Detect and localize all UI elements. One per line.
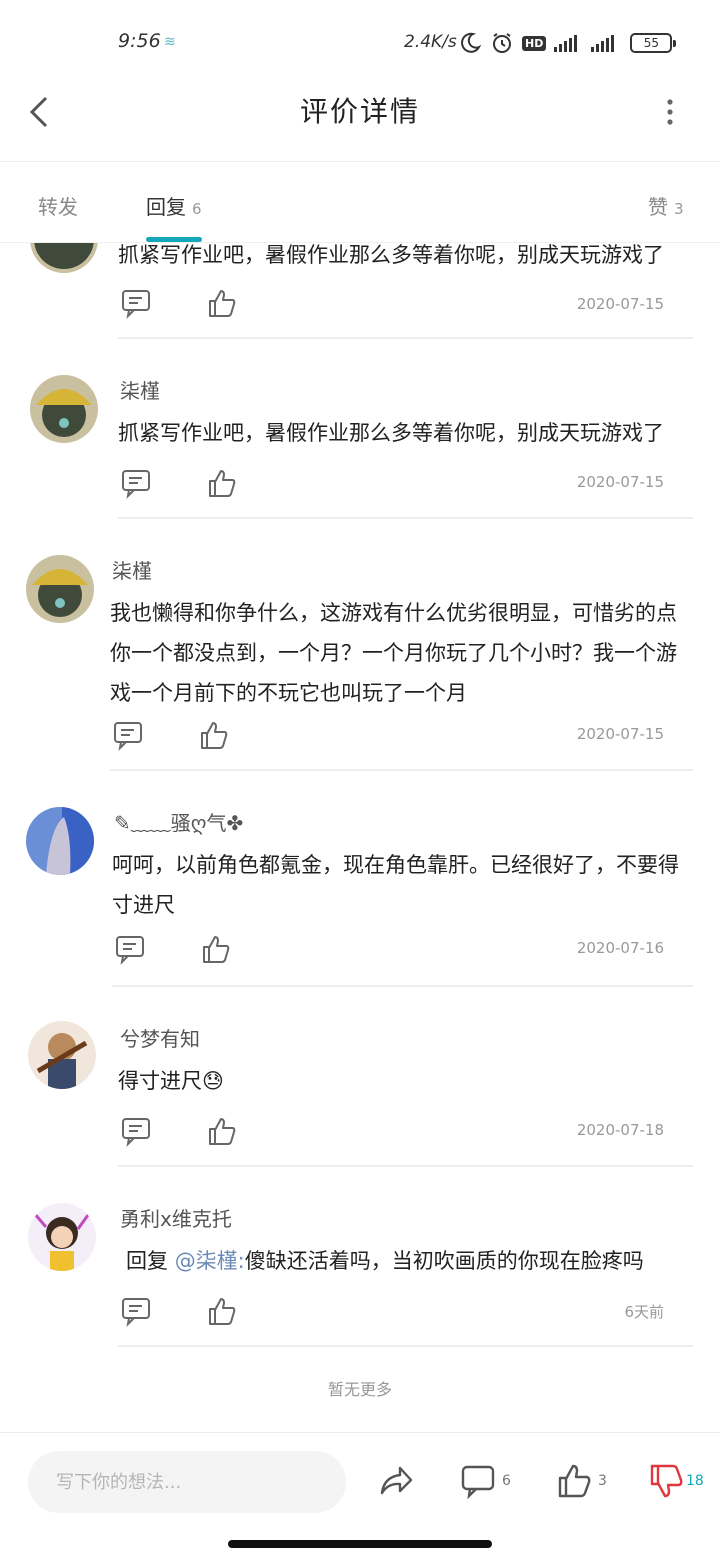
reply-date: 2020-07-15	[576, 295, 664, 313]
avatar[interactable]	[30, 375, 98, 443]
active-tab-indicator	[146, 237, 202, 242]
thumbs-up-icon[interactable]	[206, 1115, 238, 1147]
reply-item: 勇利x维克托 回复 @柒槿:傻缺还活着吗，当初吹画质的你现在脸疼吗 6天前	[0, 1183, 720, 1363]
thumbs-up-icon[interactable]	[556, 1463, 592, 1499]
tab-replies[interactable]: 回复 6	[146, 191, 202, 220]
app-bar: 评价详情	[0, 80, 720, 162]
reply-item: 抓紧写作业吧，暑假作业那么多等着你呢，别成天玩游戏了 2020-07-15	[0, 243, 720, 343]
avatar[interactable]	[26, 807, 94, 875]
moon-icon	[461, 32, 482, 53]
tab-likes[interactable]: 赞3	[648, 191, 684, 220]
reply-text: 抓紧写作业吧，暑假作业那么多等着你呢，别成天玩游戏了	[118, 421, 664, 445]
page-title: 评价详情	[299, 95, 420, 128]
reply-item: ✎﹏﹏骚ღ气✤ 呵呵，以前角色都氪金，现在角色靠肝。已经很好了，不要得寸进尺 2…	[0, 789, 720, 989]
divider	[118, 1345, 693, 1347]
reply-list[interactable]: 抓紧写作业吧，暑假作业那么多等着你呢，别成天玩游戏了 2020-07-15 柒槿…	[0, 243, 720, 1433]
thumbs-up-icon[interactable]	[198, 719, 230, 751]
avatar[interactable]	[28, 1021, 96, 1089]
divider	[112, 985, 693, 987]
signal-icon	[554, 34, 578, 52]
comment-count: 6	[502, 1473, 511, 1489]
status-time: 9:56	[118, 30, 161, 52]
reply-text: 呵呵，以前角色都氪金，现在角色靠肝。已经很好了，不要得寸进尺	[112, 853, 679, 917]
home-indicator[interactable]	[228, 1540, 492, 1548]
reply-item: 柒槿 我也懒得和你争什么，这游戏有什么优劣很明显，可惜劣的点你一个都没点到，一个…	[0, 535, 720, 771]
user-name[interactable]: 柒槿	[112, 555, 152, 584]
reply-item: 柒槿 抓紧写作业吧，暑假作业那么多等着你呢，别成天玩游戏了 2020-07-15	[0, 355, 720, 535]
thumbs-up-icon[interactable]	[206, 287, 238, 319]
comment-icon[interactable]	[114, 933, 146, 965]
reply-date: 2020-07-18	[576, 1121, 664, 1139]
thumbs-down-icon[interactable]	[648, 1463, 684, 1499]
tab-count: 6	[192, 200, 202, 218]
user-name[interactable]: 柒槿	[120, 375, 160, 404]
tab-bar: 转发 回复 6 赞3	[0, 163, 720, 243]
reply-body: 傻缺还活着吗，当初吹画质的你现在脸疼吗	[244, 1249, 644, 1273]
tab-label: 转发	[38, 195, 78, 219]
signal-icon	[591, 34, 615, 52]
thumbs-up-icon[interactable]	[206, 467, 238, 499]
tab-label: 回复	[146, 195, 186, 219]
reply-date: 6天前	[624, 1303, 664, 1321]
comment-icon[interactable]	[120, 287, 152, 319]
reply-text: 回复 @柒槿:傻缺还活着吗，当初吹画质的你现在脸疼吗	[126, 1241, 706, 1281]
divider	[118, 1165, 693, 1167]
divider	[110, 769, 693, 771]
comment-icon[interactable]	[120, 1295, 152, 1327]
thumbs-up-icon[interactable]	[200, 933, 232, 965]
bottom-bar: 6 3 18	[0, 1432, 720, 1532]
user-name[interactable]: ✎﹏﹏骚ღ气✤	[114, 807, 243, 836]
no-more-text: 暂无更多	[327, 1380, 392, 1399]
avatar[interactable]	[28, 1203, 96, 1271]
avatar[interactable]	[30, 243, 98, 273]
share-icon[interactable]	[378, 1463, 414, 1499]
reply-date: 2020-07-15	[576, 473, 664, 491]
comment-input[interactable]	[28, 1451, 346, 1513]
status-icons: HD 55	[458, 30, 677, 56]
user-name[interactable]: 兮梦有知	[120, 1023, 200, 1052]
reply-text: 我也懒得和你争什么，这游戏有什么优劣很明显，可惜劣的点你一个都没点到，一个月？一…	[110, 601, 677, 705]
tab-forward[interactable]: 转发	[38, 191, 78, 220]
reply-date: 2020-07-15	[576, 725, 664, 743]
tab-count: 3	[674, 200, 684, 218]
more-vertical-icon[interactable]	[658, 94, 682, 130]
comment-icon[interactable]	[460, 1463, 496, 1499]
comment-icon[interactable]	[120, 467, 152, 499]
reply-prefix: 回复	[126, 1249, 175, 1273]
reply-item: 兮梦有知 得寸进尺😓 2020-07-18	[0, 1003, 720, 1183]
reply-date: 2020-07-16	[576, 939, 664, 957]
status-bar: 9:56 ≋ 2.4K/s HD 55	[0, 0, 720, 80]
dislike-count: 18	[686, 1473, 704, 1489]
wave-icon: ≋	[164, 34, 176, 50]
mention-link[interactable]: @柒槿:	[175, 1249, 245, 1273]
user-name[interactable]: 勇利x维克托	[120, 1203, 232, 1232]
battery-icon: 55	[630, 33, 677, 53]
hd-icon: HD	[522, 35, 547, 51]
network-speed: 2.4K/s	[404, 32, 457, 52]
like-count: 3	[598, 1473, 607, 1489]
reply-text: 抓紧写作业吧，暑假作业那么多等着你呢，别成天玩游戏了	[118, 243, 664, 267]
alarm-icon	[493, 33, 511, 53]
reply-text: 得寸进尺😓	[118, 1069, 224, 1093]
tab-label: 赞	[648, 195, 668, 219]
comment-icon[interactable]	[112, 719, 144, 751]
comment-icon[interactable]	[120, 1115, 152, 1147]
thumbs-up-icon[interactable]	[206, 1295, 238, 1327]
divider	[118, 337, 693, 339]
avatar[interactable]	[26, 555, 94, 623]
divider	[118, 517, 693, 519]
